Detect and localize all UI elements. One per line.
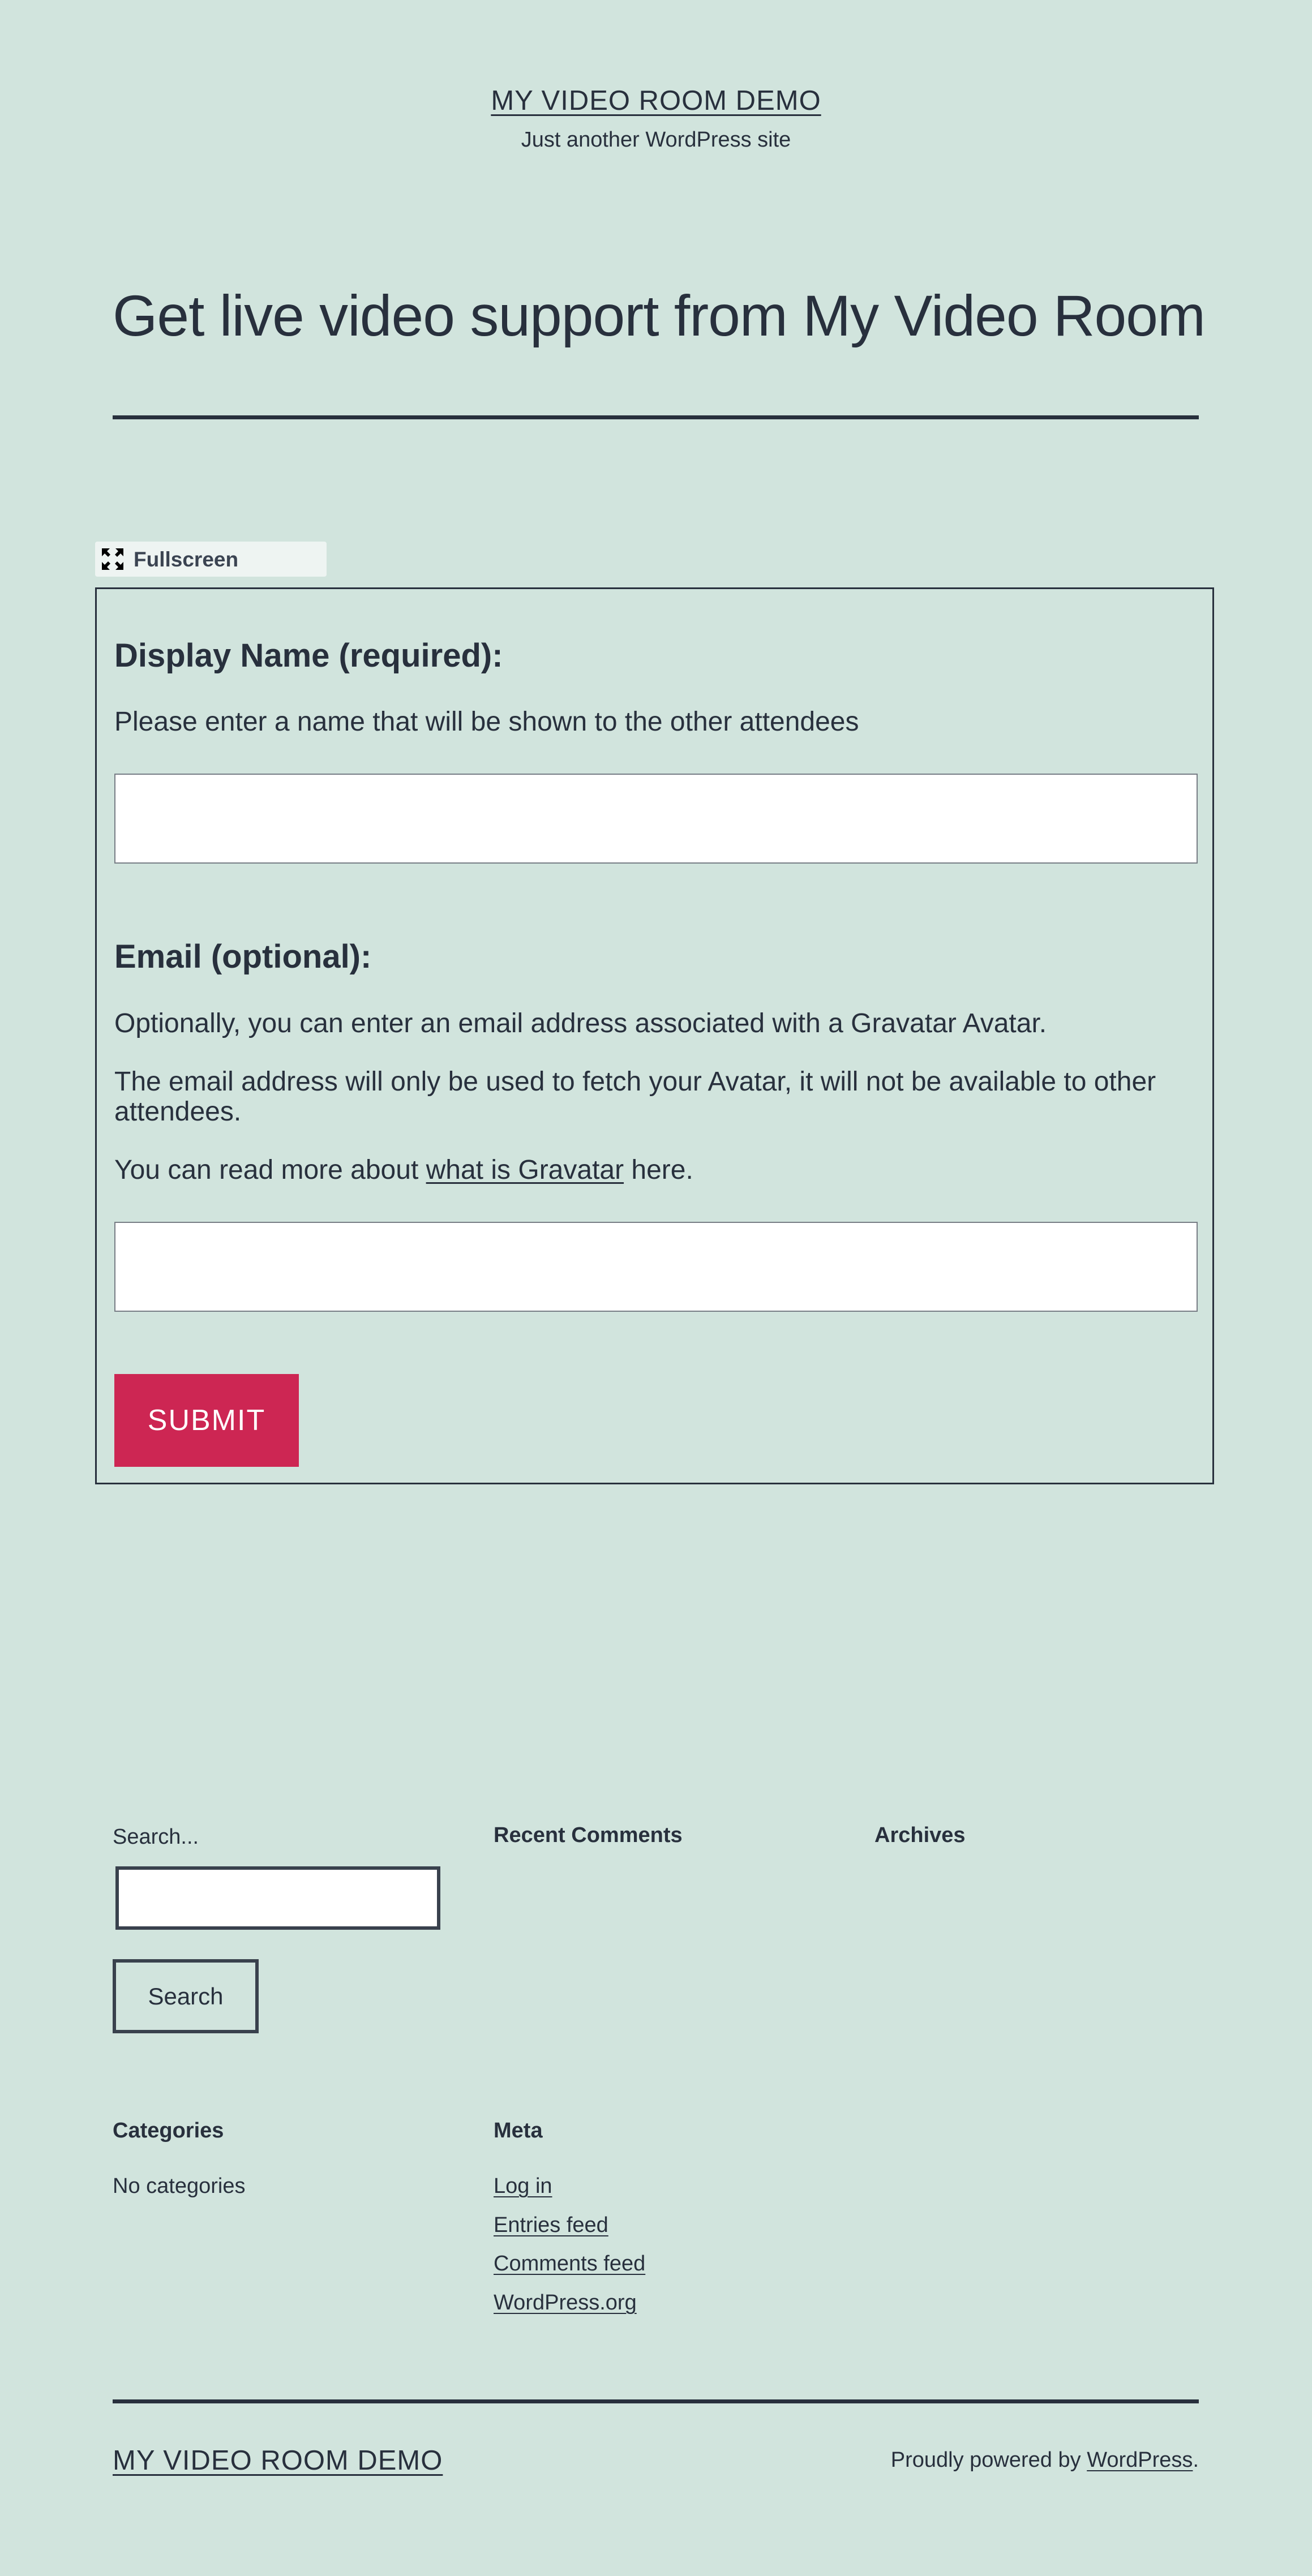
meta-link-login[interactable]: Log in: [494, 2174, 552, 2199]
categories-title: Categories: [113, 2119, 224, 2143]
powered-suffix: .: [1193, 2448, 1199, 2472]
display-name-help: Please enter a name that will be shown t…: [114, 707, 859, 737]
read-more-suffix: here.: [624, 1155, 693, 1185]
categories-empty: No categories: [113, 2174, 246, 2198]
page-title: Get live video support from My Video Roo…: [113, 284, 1206, 348]
email-help-privacy-line2: attendees.: [114, 1097, 242, 1127]
meta-link-comments-feed[interactable]: Comments feed: [494, 2252, 645, 2276]
recent-comments-title: Recent Comments: [494, 1823, 683, 1847]
fullscreen-label: Fullscreen: [134, 548, 239, 571]
meta-link-wordpress-org[interactable]: WordPress.org: [494, 2291, 637, 2315]
footer-site-title-link[interactable]: MY VIDEO ROOM DEMO: [113, 2445, 443, 2476]
archives-title: Archives: [874, 1823, 966, 1847]
site-title-link[interactable]: MY VIDEO ROOM DEMO: [491, 85, 821, 116]
email-input[interactable]: [114, 1222, 1198, 1312]
footer-site-title[interactable]: MY VIDEO ROOM DEMO: [113, 2445, 443, 2476]
meta-title: Meta: [494, 2119, 543, 2143]
footer-divider: [113, 2399, 1199, 2403]
expand-icon: [102, 548, 123, 570]
powered-prefix: Proudly powered by: [890, 2448, 1087, 2472]
search-label: Search...: [113, 1825, 199, 1849]
site-description: Just another WordPress site: [521, 128, 791, 152]
fullscreen-button[interactable]: Fullscreen: [95, 542, 327, 577]
read-more-prefix: You can read more about: [114, 1155, 426, 1185]
search-button[interactable]: Search: [113, 1959, 259, 2033]
powered-by: Proudly powered by WordPress.: [891, 2448, 1199, 2472]
title-divider: [113, 415, 1199, 419]
display-name-heading: Display Name (required):: [114, 637, 503, 674]
site-title[interactable]: MY VIDEO ROOM DEMO: [0, 85, 1312, 117]
meta-link-entries-feed[interactable]: Entries feed: [494, 2213, 608, 2238]
email-help-read-more: You can read more about what is Gravatar…: [114, 1154, 693, 1186]
email-heading: Email (optional):: [114, 938, 372, 975]
submit-button[interactable]: SUBMIT: [114, 1374, 299, 1467]
display-name-input[interactable]: [114, 774, 1198, 864]
email-help-gravatar: Optionally, you can enter an email addre…: [114, 1008, 1047, 1038]
email-help-privacy-line1: The email address will only be used to f…: [114, 1067, 1156, 1097]
search-input[interactable]: [115, 1866, 440, 1930]
gravatar-link[interactable]: what is Gravatar: [426, 1155, 624, 1185]
wordpress-link[interactable]: WordPress: [1087, 2448, 1193, 2472]
